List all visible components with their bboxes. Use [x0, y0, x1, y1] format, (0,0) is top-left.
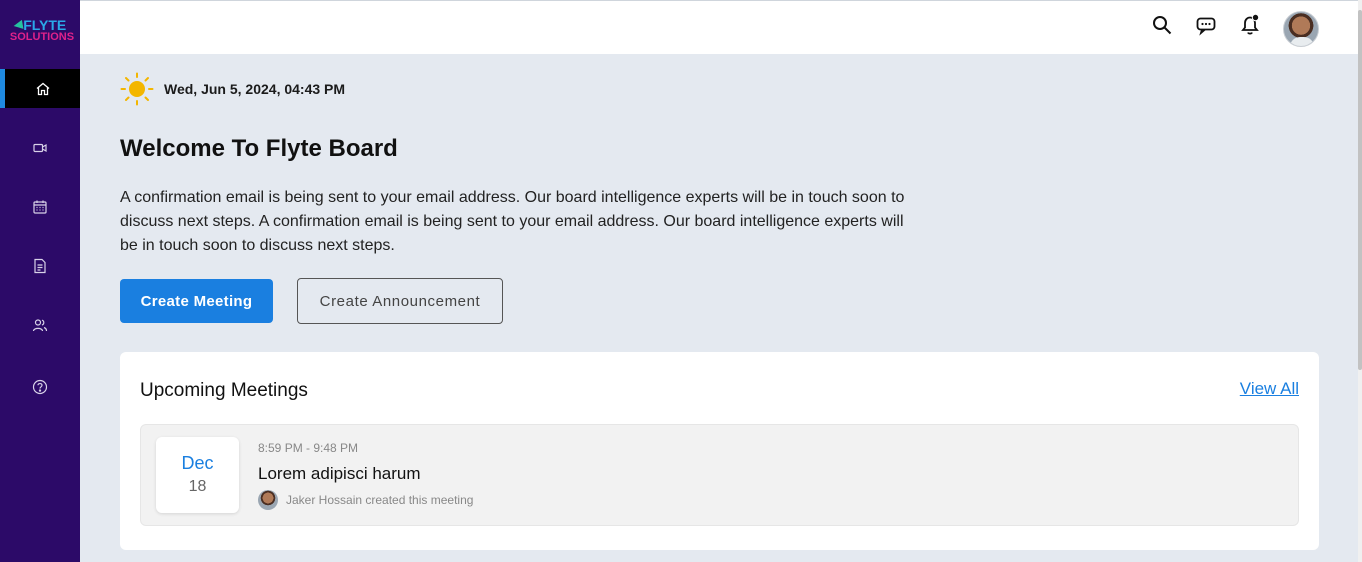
help-icon: [32, 379, 48, 394]
creator-text: Jaker Hossain created this meeting: [286, 493, 474, 507]
date-row: Wed, Jun 5, 2024, 04:43 PM: [120, 72, 345, 106]
scrollbar[interactable]: [1358, 0, 1362, 562]
upcoming-meetings-card: Upcoming Meetings View All Dec 18 8:59 P…: [120, 352, 1319, 550]
search-icon[interactable]: [1150, 13, 1174, 37]
app-root: ◀ FLYTE SOLUTIONS Wed, Jun 5, 2024, 04:4…: [0, 0, 1362, 562]
sidebar-item-meetings[interactable]: [0, 128, 80, 167]
sun-icon: [120, 72, 154, 106]
meeting-day: 18: [188, 478, 207, 495]
meeting-time: 8:59 PM - 9:48 PM: [258, 441, 359, 455]
avatar[interactable]: [1283, 11, 1319, 47]
view-all-link[interactable]: View All: [1240, 379, 1299, 399]
create-announcement-button[interactable]: Create Announcement: [297, 278, 503, 324]
card-title: Upcoming Meetings: [140, 380, 308, 401]
meeting-date-box: Dec 18: [156, 437, 239, 513]
users-icon: [32, 318, 48, 331]
sidebar: ◀ FLYTE SOLUTIONS: [0, 0, 80, 562]
current-date: Wed, Jun 5, 2024, 04:43 PM: [164, 81, 346, 97]
avatar-shirt: [1290, 37, 1314, 46]
page-title: Welcome To Flyte Board: [120, 135, 398, 162]
welcome-description: A confirmation email is being sent to yo…: [120, 189, 905, 254]
calendar-icon: [33, 200, 47, 214]
logo-text-2: SOLUTIONS: [9, 30, 75, 43]
scrollbar-thumb[interactable]: [1358, 10, 1362, 370]
logo-line1: ◀ FLYTE: [12, 16, 67, 33]
creator-avatar: [258, 490, 278, 510]
document-icon: [34, 258, 46, 273]
home-icon: [36, 82, 49, 95]
meeting-item[interactable]: Dec 18 8:59 PM - 9:48 PM Lorem adipisci …: [140, 424, 1299, 526]
sidebar-item-home[interactable]: [0, 69, 80, 108]
meeting-month: Dec: [181, 453, 214, 473]
top-bar: [80, 0, 1362, 54]
sidebar-item-help[interactable]: [0, 367, 80, 406]
logo-text-1: FLYTE: [23, 16, 67, 33]
meeting-creator: Jaker Hossain created this meeting: [258, 490, 473, 510]
meeting-title[interactable]: Lorem adipisci harum: [258, 464, 421, 484]
sidebar-item-users[interactable]: [0, 305, 80, 344]
video-icon: [33, 143, 47, 152]
logo[interactable]: ◀ FLYTE SOLUTIONS: [0, 0, 80, 60]
sidebar-item-calendar[interactable]: [0, 187, 80, 226]
create-meeting-button[interactable]: Create Meeting: [120, 279, 273, 323]
bell-icon[interactable]: [1238, 13, 1262, 37]
chat-icon[interactable]: [1194, 13, 1218, 37]
plane-icon: ◀: [12, 17, 24, 32]
sidebar-item-documents[interactable]: [0, 246, 80, 285]
